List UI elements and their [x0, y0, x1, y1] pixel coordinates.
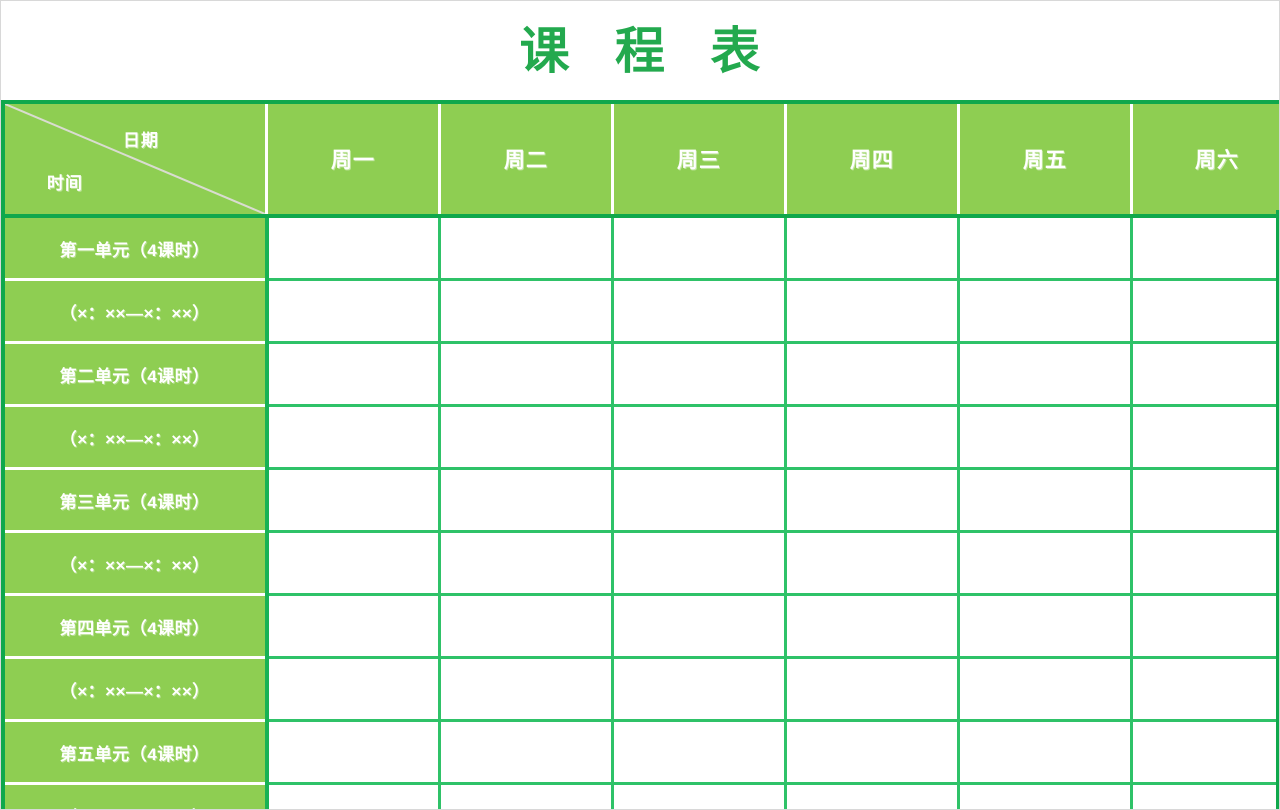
day-header-friday: 周五 [957, 100, 1133, 218]
page-title: 课 程 表 [519, 21, 775, 80]
slot-cell[interactable] [612, 279, 787, 344]
slot-cell[interactable] [1131, 342, 1279, 407]
corner-header-cell: 日期 时间 [1, 100, 268, 218]
table-row: （×：××—×：××） [1, 656, 1279, 722]
diagonal-divider-icon [5, 104, 265, 214]
day-header-thursday: 周四 [784, 100, 960, 218]
slot-cell[interactable] [266, 342, 441, 407]
slot-cell[interactable] [785, 720, 960, 785]
slot-cell[interactable] [439, 657, 614, 722]
slot-cell[interactable] [785, 594, 960, 659]
schedule-table: 日期 时间 周一 周二 周三 周四 周五 周六 第一单元（4课时） （×：××—… [1, 100, 1279, 809]
day-header-monday: 周一 [265, 100, 441, 218]
slot-cell[interactable] [958, 594, 1133, 659]
slot-cell[interactable] [266, 279, 441, 344]
slot-cell[interactable] [612, 468, 787, 533]
corner-header-inner: 日期 时间 [5, 104, 265, 214]
schedule-table-body: 日期 时间 周一 周二 周三 周四 周五 周六 第一单元（4课时） （×：××—… [1, 100, 1279, 809]
slot-cell[interactable] [785, 531, 960, 596]
slot-cell[interactable] [266, 657, 441, 722]
row-label-time-2: （×：××—×：××） [1, 404, 269, 469]
slot-cell[interactable] [1131, 720, 1279, 785]
corner-date-label: 日期 [123, 131, 159, 150]
slot-cell[interactable] [958, 342, 1133, 407]
slot-cell[interactable] [266, 468, 441, 533]
slot-cell[interactable] [785, 405, 960, 470]
table-row: 第三单元（4课时） [1, 467, 1279, 533]
slot-cell[interactable] [785, 657, 960, 722]
day-header-wednesday: 周三 [611, 100, 787, 218]
day-header-saturday: 周六 [1130, 100, 1279, 218]
table-header-row: 日期 时间 周一 周二 周三 周四 周五 周六 [1, 100, 1279, 218]
slot-cell[interactable] [1131, 468, 1279, 533]
slot-cell[interactable] [785, 279, 960, 344]
table-row: （×：××—×：××） [1, 530, 1279, 596]
slot-cell[interactable] [958, 216, 1133, 281]
day-header-tuesday: 周二 [438, 100, 614, 218]
table-row: 第二单元（4课时） [1, 341, 1279, 407]
slot-cell[interactable] [1131, 279, 1279, 344]
slot-cell[interactable] [1131, 531, 1279, 596]
slot-cell[interactable] [1131, 405, 1279, 470]
slot-cell[interactable] [958, 279, 1133, 344]
slot-cell[interactable] [612, 531, 787, 596]
slot-cell[interactable] [612, 783, 787, 809]
slot-cell[interactable] [612, 216, 787, 281]
table-row: （×：××—×：××） [1, 278, 1279, 344]
table-row: 第一单元（4课时） [1, 214, 1279, 281]
row-label-unit-5: 第五单元（4课时） [1, 719, 269, 784]
slot-cell[interactable] [439, 405, 614, 470]
slot-cell[interactable] [785, 216, 960, 281]
row-label-time-3: （×：××—×：××） [1, 530, 269, 595]
slot-cell[interactable] [439, 531, 614, 596]
table-row: 第四单元（4课时） [1, 593, 1279, 659]
slot-cell[interactable] [612, 405, 787, 470]
slot-cell[interactable] [266, 531, 441, 596]
slot-cell[interactable] [266, 216, 441, 281]
row-label-unit-1: 第一单元（4课时） [1, 214, 269, 280]
slot-cell[interactable] [439, 594, 614, 659]
slot-cell[interactable] [1131, 783, 1279, 809]
table-right-edge [1276, 210, 1279, 809]
slot-cell[interactable] [1131, 594, 1279, 659]
row-label-time-5: （×：××—×：××） [1, 782, 269, 809]
slot-cell[interactable] [958, 405, 1133, 470]
slot-cell[interactable] [612, 720, 787, 785]
slot-cell[interactable] [958, 657, 1133, 722]
slot-cell[interactable] [1131, 657, 1279, 722]
slot-cell[interactable] [958, 531, 1133, 596]
slot-cell[interactable] [439, 468, 614, 533]
slot-cell[interactable] [266, 783, 441, 809]
slot-cell[interactable] [439, 342, 614, 407]
row-label-unit-4: 第四单元（4课时） [1, 593, 269, 658]
slot-cell[interactable] [266, 720, 441, 785]
slot-cell[interactable] [785, 342, 960, 407]
slot-cell[interactable] [266, 405, 441, 470]
row-label-time-1: （×：××—×：××） [1, 278, 269, 343]
schedule-page: 课 程 表 日期 时间 周一 周二 周三 周四 周五 周六 第一单元（4课时） … [0, 0, 1280, 810]
corner-time-label: 时间 [47, 174, 83, 193]
row-label-time-4: （×：××—×：××） [1, 656, 269, 721]
slot-cell[interactable] [439, 720, 614, 785]
slot-cell[interactable] [612, 594, 787, 659]
slot-cell[interactable] [958, 783, 1133, 809]
slot-cell[interactable] [439, 216, 614, 281]
table-row: （×：××—×：××） [1, 782, 1279, 809]
slot-cell[interactable] [1131, 216, 1279, 281]
slot-cell[interactable] [958, 468, 1133, 533]
slot-cell[interactable] [958, 720, 1133, 785]
row-label-unit-3: 第三单元（4课时） [1, 467, 269, 532]
slot-cell[interactable] [266, 594, 441, 659]
slot-cell[interactable] [439, 783, 614, 809]
row-label-unit-2: 第二单元（4课时） [1, 341, 269, 406]
slot-cell[interactable] [612, 657, 787, 722]
slot-cell[interactable] [785, 468, 960, 533]
title-banner: 课 程 表 [1, 1, 1279, 100]
table-row: （×：××—×：××） [1, 404, 1279, 470]
table-row: 第五单元（4课时） [1, 719, 1279, 785]
slot-cell[interactable] [439, 279, 614, 344]
slot-cell[interactable] [612, 342, 787, 407]
slot-cell[interactable] [785, 783, 960, 809]
